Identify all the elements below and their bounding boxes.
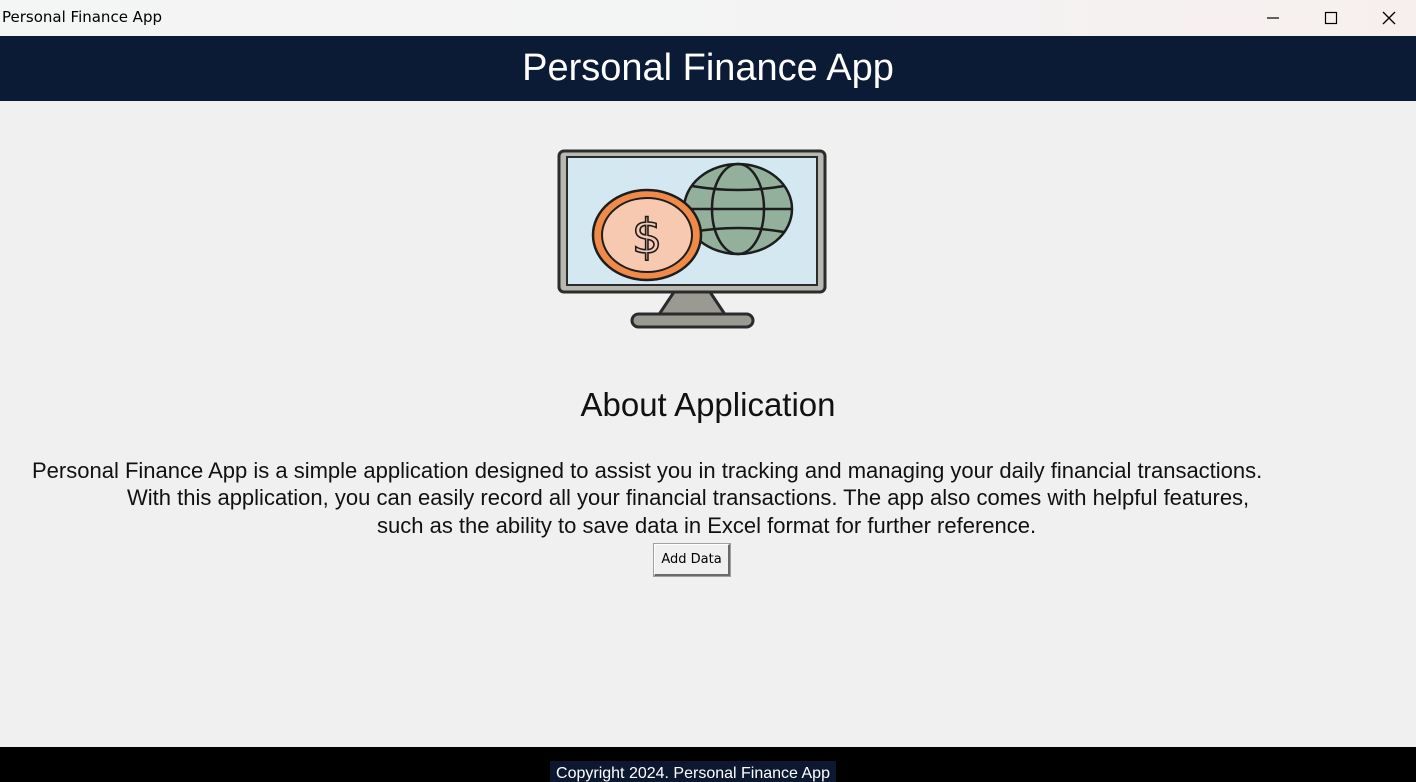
monitor-finance-icon: $ bbox=[557, 149, 827, 329]
app-header: Personal Finance App bbox=[0, 36, 1416, 101]
description-line: such as the ability to save data in Exce… bbox=[377, 513, 1037, 538]
about-heading: About Application bbox=[580, 386, 836, 423]
copyright-text: Copyright 2024. Personal Finance App bbox=[550, 761, 836, 782]
close-button[interactable] bbox=[1360, 0, 1416, 36]
maximize-icon bbox=[1324, 11, 1338, 25]
description-line: With this application, you can easily re… bbox=[127, 485, 1250, 510]
app-title: Personal Finance App bbox=[522, 47, 894, 89]
add-data-button[interactable]: Add Data bbox=[653, 543, 731, 577]
window-titlebar: Personal Finance App bbox=[0, 0, 1416, 36]
svg-text:$: $ bbox=[632, 209, 663, 265]
maximize-button[interactable] bbox=[1302, 0, 1360, 36]
description-line: Personal Finance App is a simple applica… bbox=[32, 458, 1263, 483]
minimize-button[interactable] bbox=[1244, 0, 1302, 36]
hero-illustration: $ bbox=[556, 148, 830, 337]
footer: Copyright 2024. Personal Finance App bbox=[0, 747, 1416, 782]
minimize-icon bbox=[1267, 17, 1279, 19]
window-title: Personal Finance App bbox=[2, 8, 162, 26]
close-icon bbox=[1382, 11, 1396, 25]
